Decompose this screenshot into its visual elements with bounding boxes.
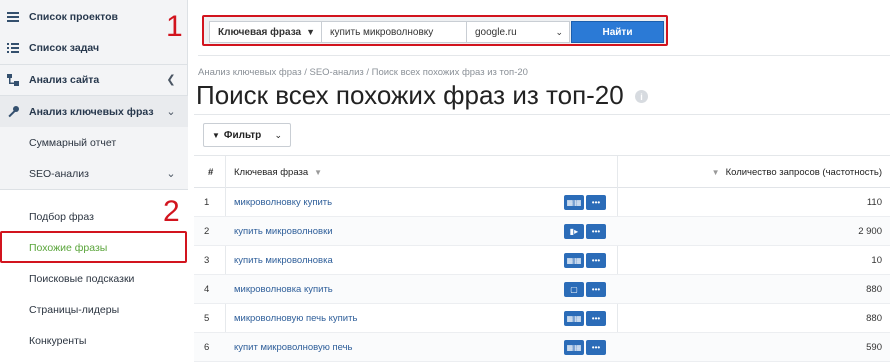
table-body: 1 микроволновку купить ▦▦ ••• 110 2 купи… [194,188,890,362]
row-number: 1 [204,197,210,208]
row-badges: ▦▦ ••• [564,253,606,268]
table-row: 4 микроволновка купить ▢ ••• 880 [194,275,890,304]
table-row: 2 купить микроволновки ▮▸ ••• 2 900 [194,217,890,246]
table-row: 6 купит микроволновую печь ▦▦ ••• 590 [194,333,890,362]
sort-icon: ▼ [711,167,720,177]
list-icon [6,41,20,55]
chat-icon[interactable]: ▢ [564,282,584,297]
row-badges: ▢ ••• [564,282,606,297]
row-number: 3 [204,255,210,266]
annotation-number-1: 1 [166,10,183,43]
more-icon[interactable]: ••• [586,195,606,210]
sidebar-item-seo-analysis[interactable]: SEO-анализ ⌄ [0,158,188,189]
filter-icon: ▼ [212,130,220,140]
table-row: 1 микроволновку купить ▦▦ ••• 110 [194,188,890,217]
frequency-value: 10 [871,255,882,266]
row-badges: ▮▸ ••• [564,224,606,239]
column-header-num: # [208,166,214,178]
frequency-value: 590 [866,342,882,353]
chevron-down-icon: ⌄ [274,130,282,140]
table-row: 3 купить микроволновка ▦▦ ••• 10 [194,246,890,275]
row-badges: ▦▦ ••• [564,311,606,326]
table-row: 5 микроволновую печь купить ▦▦ ••• 880 [194,304,890,333]
frequency-value: 110 [866,197,882,208]
sort-icon: ▼ [314,167,323,177]
more-icon[interactable]: ••• [586,282,606,297]
snippet-icon[interactable]: ▦▦ [564,311,584,326]
annotation-box-2 [0,231,187,263]
frequency-value: 880 [866,313,882,324]
more-icon[interactable]: ••• [586,311,606,326]
row-number: 4 [204,284,210,295]
key-icon [6,105,20,119]
sidebar-item-label: Подбор фраз [29,210,94,223]
breadcrumb: Анализ ключевых фраз / SEO-анализ / Поис… [198,67,528,78]
sidebar-item-label: Список проектов [29,10,118,23]
column-header-phrase[interactable]: Ключевая фраза ▼ [234,156,322,188]
sidebar: Список проектов Список задач Анализ сайт… [0,0,188,362]
more-icon[interactable]: ••• [586,340,606,355]
snippet-icon[interactable]: ▦▦ [564,340,584,355]
chevron-left-icon: ❮ [166,74,176,86]
phrase-link[interactable]: купить микроволновки [234,217,333,246]
snippet-icon[interactable]: ▦▦ [564,253,584,268]
video-icon[interactable]: ▮▸ [564,224,584,239]
page-title: Поиск всех похожих фраз из топ-20 [196,80,624,110]
sidebar-item-label: Страницы-лидеры [29,303,120,316]
row-badges: ▦▦ ••• [564,340,606,355]
sidebar-item-label: SEO-анализ [29,167,89,180]
row-number: 6 [204,342,210,353]
results-table: # Ключевая фраза ▼ ▼ Количество запросов… [194,156,890,362]
table-header: # Ключевая фраза ▼ ▼ Количество запросов… [194,156,890,188]
row-badges: ▦▦ ••• [564,195,606,210]
column-header-frequency[interactable]: ▼ Количество запросов (частотность) [712,156,882,188]
phrase-link[interactable]: микроволновую печь купить [234,304,357,333]
sidebar-item-leader-pages[interactable]: Страницы-лидеры [0,294,188,325]
more-icon[interactable]: ••• [586,253,606,268]
row-number: 5 [204,313,210,324]
chevron-down-icon: ⌄ [166,168,176,180]
column-header-label: Ключевая фраза [234,166,309,178]
phrase-link[interactable]: микроволновку купить [234,188,332,217]
sidebar-item-label: Суммарный отчет [29,136,117,149]
sidebar-item-label: Поисковые подсказки [29,272,135,285]
sidebar-item-keyword-analysis[interactable]: Анализ ключевых фраз ⌄ [0,96,188,127]
sidebar-item-site-analysis[interactable]: Анализ сайта ❮ [0,64,188,95]
sidebar-item-search-suggestions[interactable]: Поисковые подсказки [0,263,188,294]
frequency-value: 2 900 [858,226,882,237]
frequency-value: 880 [866,284,882,295]
sidebar-item-competitors[interactable]: Конкуренты [0,325,188,356]
sidebar-item-summary-report[interactable]: Суммарный отчет [0,127,188,158]
filter-label: Фильтр [223,129,262,141]
column-header-label: Количество запросов (частотность) [725,166,882,178]
menu-icon [6,10,20,24]
chevron-down-icon: ⌄ [166,106,176,118]
phrase-link[interactable]: купить микроволновка [234,246,333,275]
sidebar-item-projects[interactable]: Список проектов [0,1,188,32]
more-icon[interactable]: ••• [586,224,606,239]
phrase-link[interactable]: купит микроволновую печь [234,333,352,362]
filter-bar [194,114,890,156]
sidebar-item-phrase-selection[interactable]: Подбор фраз [0,201,188,232]
phrase-link[interactable]: микроволновка купить [234,275,333,304]
sidebar-item-label: Конкуренты [29,334,87,347]
sidebar-item-label: Анализ сайта [29,73,100,86]
annotation-box-1 [202,15,668,46]
filter-button[interactable]: ▼ Фильтр ⌄ [203,123,291,147]
site-structure-icon [6,73,20,87]
annotation-number-2: 2 [163,195,180,228]
row-number: 2 [204,226,210,237]
snippet-icon[interactable]: ▦▦ [564,195,584,210]
sidebar-item-label: Анализ ключевых фраз [29,105,154,118]
info-icon[interactable]: i [635,90,648,103]
sidebar-item-tasks[interactable]: Список задач [0,32,188,63]
sidebar-item-label: Список задач [29,41,100,54]
